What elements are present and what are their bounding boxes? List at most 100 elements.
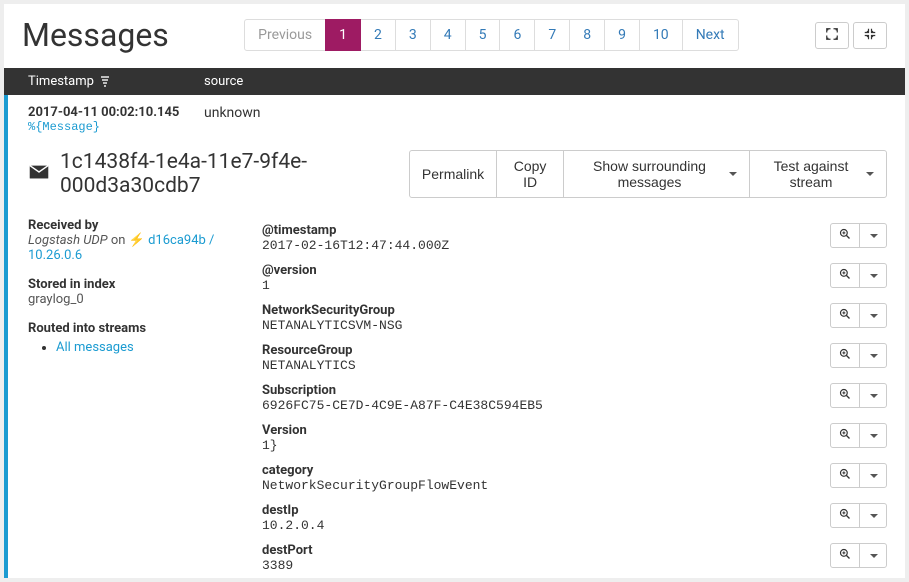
zoom-in-icon [839, 348, 851, 363]
field-value: 2017-02-16T12:47:44.000Z [262, 238, 830, 253]
chevron-down-icon [870, 234, 878, 238]
page-7[interactable]: 7 [534, 19, 570, 51]
field-row: Subscription6926FC75-CE7D-4C9E-A87F-C4E3… [262, 378, 887, 418]
field-search-button[interactable] [830, 383, 860, 408]
stream-link-all-messages[interactable]: All messages [56, 340, 134, 355]
chevron-down-icon [870, 274, 878, 278]
page-title: Messages [22, 16, 169, 54]
page-5[interactable]: 5 [465, 19, 501, 51]
page-9[interactable]: 9 [604, 19, 640, 51]
field-row: categoryNetworkSecurityGroupFlowEvent [262, 458, 887, 498]
field-menu-button[interactable] [859, 303, 887, 328]
expand-button[interactable] [815, 22, 849, 49]
page-4[interactable]: 4 [430, 19, 466, 51]
message-id: 1c1438f4-1e4a-11e7-9f4e-000d3a30cdb7 [60, 150, 397, 198]
field-value: NETANALYTICSVM-NSG [262, 318, 830, 333]
field-menu-button[interactable] [859, 503, 887, 528]
field-search-button[interactable] [830, 343, 860, 368]
page-6[interactable]: 6 [499, 19, 535, 51]
row-message-expr[interactable]: %{Message} [28, 120, 204, 134]
field-name: Subscription [262, 383, 830, 398]
field-value: NetworkSecurityGroupFlowEvent [262, 478, 830, 493]
field-value: NETANALYTICS [262, 358, 830, 373]
chevron-down-icon [870, 394, 878, 398]
field-search-button[interactable] [830, 503, 860, 528]
field-name: NetworkSecurityGroup [262, 303, 830, 318]
copy-id-button[interactable]: Copy ID [496, 150, 564, 198]
field-row: NetworkSecurityGroupNETANALYTICSVM-NSG [262, 298, 887, 338]
zoom-in-icon [839, 228, 851, 243]
field-search-button[interactable] [830, 263, 860, 288]
field-name: category [262, 463, 830, 478]
routed-streams-label: Routed into streams [28, 321, 238, 336]
sort-desc-icon [100, 76, 110, 88]
stored-in-index-label: Stored in index [28, 277, 238, 292]
zoom-in-icon [839, 388, 851, 403]
show-surrounding-button[interactable]: Show surrounding messages [563, 150, 750, 198]
field-row: ResourceGroupNETANALYTICS [262, 338, 887, 378]
column-header-timestamp[interactable]: Timestamp [4, 74, 204, 89]
permalink-button[interactable]: Permalink [409, 150, 497, 198]
page-10[interactable]: 10 [639, 19, 683, 51]
field-name: destIp [262, 503, 830, 518]
page-3[interactable]: 3 [395, 19, 431, 51]
chevron-down-icon [870, 354, 878, 358]
zoom-in-icon [839, 428, 851, 443]
chevron-down-icon [870, 474, 878, 478]
page-8[interactable]: 8 [569, 19, 605, 51]
field-value: 3389 [262, 558, 830, 573]
field-name: ResourceGroup [262, 343, 830, 358]
field-search-button[interactable] [830, 223, 860, 248]
page-next[interactable]: Next [682, 19, 739, 51]
field-row: destPort3389 [262, 538, 887, 578]
field-row: Version1} [262, 418, 887, 458]
chevron-down-icon [870, 514, 878, 518]
zoom-in-icon [839, 548, 851, 563]
row-source: unknown [204, 105, 905, 134]
chevron-down-icon [870, 554, 878, 558]
field-menu-button[interactable] [859, 223, 887, 248]
field-name: @timestamp [262, 223, 830, 238]
field-name: destPort [262, 543, 830, 558]
page-1[interactable]: 1 [325, 19, 361, 51]
field-menu-button[interactable] [859, 543, 887, 568]
field-menu-button[interactable] [859, 383, 887, 408]
field-name: @version [262, 263, 830, 278]
pagination: Previous 1 2 3 4 5 6 7 8 9 10 Next [245, 19, 738, 51]
field-value: 1} [262, 438, 830, 453]
chevron-down-icon [866, 172, 874, 176]
chevron-down-icon [870, 434, 878, 438]
field-value: 10.2.0.4 [262, 518, 830, 533]
field-search-button[interactable] [830, 463, 860, 488]
received-by-input: Logstash UDP [28, 233, 108, 248]
field-row: @version1 [262, 258, 887, 298]
zoom-in-icon [839, 308, 851, 323]
field-value: 6926FC75-CE7D-4C9E-A87F-C4E38C594EB5 [262, 398, 830, 413]
bolt-icon: ⚡ [129, 233, 145, 248]
stored-in-index-value: graylog_0 [28, 292, 238, 307]
page-prev[interactable]: Previous [244, 19, 326, 51]
field-value: 1 [262, 278, 830, 293]
field-menu-button[interactable] [859, 423, 887, 448]
column-header-source[interactable]: source [204, 74, 905, 89]
field-menu-button[interactable] [859, 263, 887, 288]
field-menu-button[interactable] [859, 343, 887, 368]
chevron-down-icon [870, 314, 878, 318]
test-against-stream-button[interactable]: Test against stream [749, 150, 887, 198]
field-row: destIp10.2.0.4 [262, 498, 887, 538]
envelope-icon [28, 161, 50, 187]
collapse-icon [864, 28, 876, 43]
field-search-button[interactable] [830, 543, 860, 568]
zoom-in-icon [839, 268, 851, 283]
field-search-button[interactable] [830, 303, 860, 328]
page-2[interactable]: 2 [360, 19, 396, 51]
chevron-down-icon [729, 172, 737, 176]
zoom-in-icon [839, 508, 851, 523]
field-search-button[interactable] [830, 423, 860, 448]
received-by-label: Received by [28, 218, 238, 233]
row-timestamp: 2017-04-11 00:02:10.145 [28, 105, 204, 120]
field-row: @timestamp2017-02-16T12:47:44.000Z [262, 218, 887, 258]
field-menu-button[interactable] [859, 463, 887, 488]
field-name: Version [262, 423, 830, 438]
collapse-button[interactable] [853, 22, 887, 49]
